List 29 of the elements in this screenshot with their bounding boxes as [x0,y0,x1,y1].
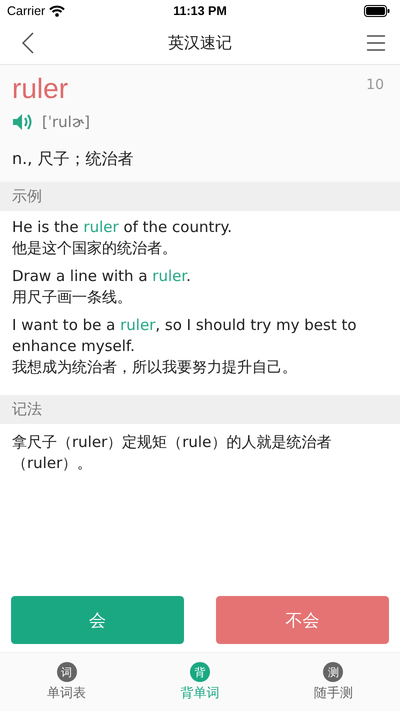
example-translation: 用尺子画一条线。 [12,287,133,308]
example-sentence: I want to be a ruler, so I should try my best to enhance myself. [12,315,358,357]
know-button[interactable]: 会 [11,596,184,644]
status-time: 11:13 PM [173,4,227,18]
phonetic-text: [ˈrulɚ] [42,113,90,131]
example-sentence: Draw a line with a ruler. [12,266,192,287]
nav-title: 英汉速记 [168,32,232,54]
word-count: 10 [366,77,384,93]
back-icon[interactable] [22,32,34,54]
tab-label[interactable]: 单词表 [47,684,86,702]
tab-label[interactable]: 背单词 [180,684,220,702]
wifi-icon [49,5,66,17]
headword: ruler [12,73,68,105]
speaker-icon[interactable] [12,113,34,131]
example-sentence: He is the ruler of the country. [12,217,234,238]
example-translation: 他是这个国家的统治者。 [12,238,178,259]
section-header: 示例 [0,182,400,211]
mnemonic-text: 拿尺子（ruler）定规矩（rule）的人就是统治者（ruler）。 [11,432,332,474]
tab-icon[interactable]: 背 [190,662,210,682]
tab-icon[interactable]: 测 [323,662,344,682]
word-meaning: n., 尺子；统治者 [12,149,134,170]
dont-know-button[interactable]: 不会 [216,596,389,644]
carrier-label: Carrier [7,4,46,18]
menu-icon[interactable] [366,34,386,52]
tab-icon[interactable]: 词 [56,662,77,682]
tab-label[interactable]: 随手测 [314,684,353,702]
battery-icon [364,5,390,17]
section-header: 记法 [0,395,400,424]
example-translation: 我想成为统治者，所以我要努力提升自己。 [12,357,298,378]
